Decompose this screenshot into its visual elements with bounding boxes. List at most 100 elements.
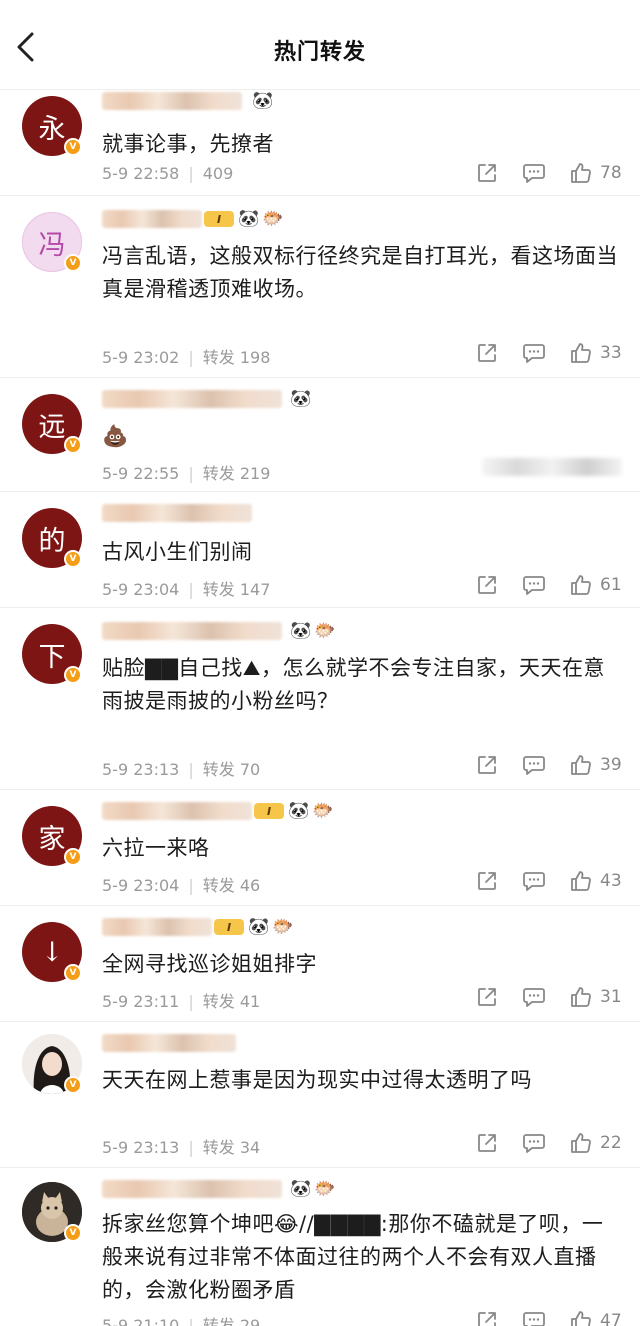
share-button[interactable] [476, 574, 498, 596]
like-button[interactable]: 78 [570, 162, 622, 184]
username-blurred[interactable] [102, 1180, 282, 1198]
repost-meta: 5-9 23:13 | 转发 70 [102, 760, 261, 779]
share-button[interactable] [476, 1310, 498, 1326]
fish-icon: 🐡 [262, 209, 284, 229]
username-blurred[interactable] [102, 92, 242, 110]
timestamp: 5-9 23:04 [102, 580, 180, 599]
verified-badge-icon: V [64, 848, 82, 866]
repost-item: 的 V 古风小生们别闹 5-9 23:04 | 转发 147 61 [0, 492, 640, 608]
share-button[interactable] [476, 162, 498, 184]
timestamp: 5-9 23:02 [102, 348, 180, 367]
panda-icon: 🐼 [288, 801, 310, 821]
repost-content: 天天在网上惹事是因为现实中过得太透明了吗 [102, 1068, 532, 1092]
repost-label: 转发 [202, 876, 235, 895]
repost-count: 46 [239, 876, 261, 895]
verified-badge-icon: V [64, 1224, 82, 1242]
like-count: 22 [600, 1133, 622, 1153]
share-icon [478, 344, 496, 362]
repost-count: 219 [239, 464, 271, 483]
comment-button[interactable] [522, 754, 546, 776]
verified-badge-icon: V [64, 254, 82, 272]
username-blurred[interactable] [102, 802, 252, 820]
repost-label: 转发 [202, 992, 235, 1011]
repost-count: 41 [239, 992, 261, 1011]
username-blurred[interactable] [102, 622, 282, 640]
repost-count: 198 [239, 348, 271, 367]
repost-label: 转发 [202, 760, 235, 779]
thumb-up-icon [571, 987, 591, 1007]
like-button[interactable]: 33 [570, 342, 622, 364]
comment-button[interactable] [522, 870, 546, 892]
comment-button[interactable] [522, 1310, 546, 1326]
verified-badge-icon: V [64, 666, 82, 684]
comment-button[interactable] [522, 574, 546, 596]
repost-label: 转发 [202, 1138, 235, 1157]
repost-content: 贴脸▇▇自己找⛰，怎么就学不会专注自家，天天在意雨披是雨披的小粉丝吗？ [102, 656, 605, 713]
share-button[interactable] [476, 986, 498, 1008]
like-button[interactable]: 31 [570, 986, 622, 1008]
like-count: 33 [600, 343, 622, 363]
action-bar: 47 [452, 1310, 622, 1326]
repost-meta: 5-9 23:04 | 转发 46 [102, 876, 261, 895]
like-button[interactable]: 61 [570, 574, 622, 596]
comment-icon [523, 576, 545, 595]
share-icon [478, 872, 496, 890]
repost-count: 147 [239, 580, 271, 599]
repost-item: 家 V I 🐼 🐡 六拉一来咯 5-9 23:04 | 转发 46 43 [0, 790, 640, 906]
repost-label: 转发 [202, 464, 235, 483]
action-bar: 31 [452, 986, 622, 1008]
level-badge: I [214, 919, 244, 935]
like-button[interactable]: 47 [570, 1310, 622, 1326]
username-blurred[interactable] [102, 918, 212, 936]
verified-badge-icon: V [64, 964, 82, 982]
thumb-up-icon [571, 755, 591, 775]
comment-icon [523, 988, 545, 1007]
fish-icon: 🐡 [312, 801, 334, 821]
action-bar: 43 [452, 870, 622, 892]
comment-button[interactable] [522, 342, 546, 364]
comment-button[interactable] [522, 1132, 546, 1154]
action-bar: 39 [452, 754, 622, 776]
share-icon [478, 1134, 496, 1152]
fish-icon: 🐡 [272, 917, 294, 937]
like-button[interactable]: 22 [570, 1132, 622, 1154]
username-blurred[interactable] [102, 390, 282, 408]
like-button[interactable]: 43 [570, 870, 622, 892]
share-button[interactable] [476, 754, 498, 776]
repost-count: 70 [239, 760, 261, 779]
comment-button[interactable] [522, 162, 546, 184]
repost-content: 冯言乱语，这般双标行径终究是自打耳光，看这场面当真是滑稽透顶难收场。 [102, 244, 618, 301]
share-button[interactable] [476, 870, 498, 892]
action-bar: 61 [452, 574, 622, 596]
share-button[interactable] [476, 1132, 498, 1154]
share-button[interactable] [476, 342, 498, 364]
comment-button[interactable] [522, 986, 546, 1008]
action-bar-blurred [482, 458, 622, 476]
timestamp: 5-9 22:58 [102, 164, 180, 183]
repost-meta: 5-9 21:10 | 转发 29 [102, 1312, 260, 1326]
like-count: 31 [600, 987, 622, 1007]
fish-icon: 🐡 [314, 621, 336, 641]
share-icon [478, 756, 496, 774]
repost-item: V 天天在网上惹事是因为现实中过得太透明了吗 5-9 23:13 | 转发 34 2… [0, 1022, 640, 1168]
panda-icon: 🐼 [248, 917, 270, 937]
timestamp: 5-9 23:11 [102, 992, 180, 1011]
username-blurred[interactable] [102, 210, 202, 228]
repost-item: 下 V 🐼 🐡 贴脸▇▇自己找⛰，怎么就学不会专注自家，天天在意雨披是雨披的小粉… [0, 608, 640, 790]
repost-content: 拆家丝您算个坤吧😂//▇▇▇▇:那你不磕就是了呗，一般来说有过非常不体面过往的两… [102, 1212, 604, 1302]
repost-label: 转发 [202, 580, 235, 599]
timestamp: 5-9 23:13 [102, 1138, 180, 1157]
comment-icon [523, 344, 545, 363]
like-button[interactable]: 39 [570, 754, 622, 776]
repost-meta: 5-9 23:02 | 转发 198 [102, 348, 271, 367]
username-blurred[interactable] [102, 504, 252, 522]
repost-count: 29 [239, 1316, 261, 1326]
username-blurred[interactable] [102, 1034, 236, 1052]
action-bar: 22 [452, 1132, 622, 1154]
share-icon [478, 164, 496, 182]
verified-badge-icon: V [64, 550, 82, 568]
timestamp: 5-9 23:13 [102, 760, 180, 779]
page-title: 热门转发 [273, 40, 366, 65]
thumb-up-icon [571, 1133, 591, 1153]
thumb-up-icon [571, 1311, 591, 1326]
